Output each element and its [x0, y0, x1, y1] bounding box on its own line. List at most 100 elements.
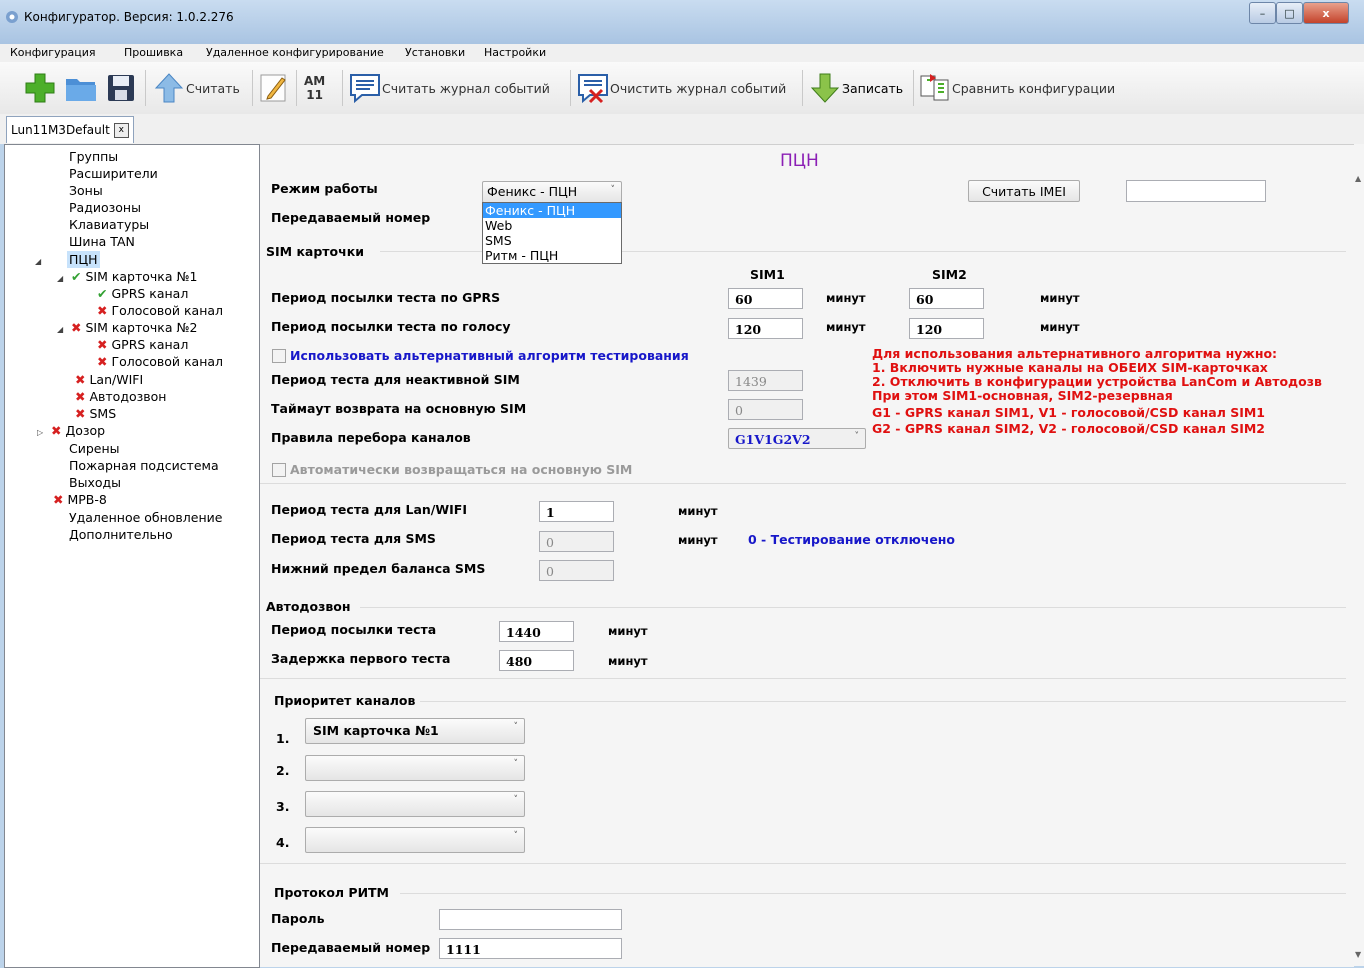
- tree-item-radiozones[interactable]: Радиозоны: [69, 199, 141, 216]
- clear-log-button[interactable]: Очистить журнал событий: [576, 70, 786, 106]
- tree-item-sirens[interactable]: Сирены: [69, 440, 120, 457]
- tree-item-sms[interactable]: ✖ SMS: [75, 405, 116, 422]
- tree-item-lan-wifi[interactable]: ✖ Lan/WIFI: [75, 371, 143, 388]
- cross-icon: ✖: [75, 406, 86, 421]
- return-timeout-input[interactable]: 0: [728, 399, 803, 420]
- tree-item-sim2-voice[interactable]: ✖ Голосовой канал: [97, 353, 223, 370]
- gprs-sim1-input[interactable]: 60: [728, 288, 803, 309]
- alt-algo-checkbox[interactable]: [272, 349, 286, 363]
- note-line: G2 - GPRS канал SIM2, V2 - голосовой/CSD…: [872, 421, 1266, 436]
- write-label: Записать: [842, 80, 904, 96]
- read-log-button[interactable]: Считать журнал событий: [348, 70, 550, 106]
- read-imei-button[interactable]: Считать IMEI: [968, 180, 1080, 202]
- autodial-delay-input[interactable]: 480: [499, 650, 574, 671]
- mode-option[interactable]: Феникс - ПЦН: [483, 203, 621, 218]
- sms-balance-input[interactable]: 0: [539, 560, 614, 581]
- tree-item-sim1-voice[interactable]: ✖ Голосовой канал: [97, 302, 223, 319]
- tree-item-sim2-gprs[interactable]: ✖ GPRS канал: [97, 336, 188, 353]
- minutes-label: минут: [826, 320, 866, 334]
- maximize-button[interactable]: □: [1276, 2, 1303, 24]
- priority-select-2[interactable]: ˅: [305, 755, 525, 781]
- compare-button[interactable]: Сравнить конфигурации: [918, 70, 1115, 106]
- close-button[interactable]: x: [1303, 2, 1349, 24]
- menu-firmware[interactable]: Прошивка: [124, 46, 183, 59]
- tree-item-sim2[interactable]: ✖ SIM карточка №2: [71, 319, 197, 336]
- mode-select[interactable]: Феникс - ПЦН ˅: [482, 181, 622, 203]
- tree-item-tan-bus[interactable]: Шина TAN: [69, 233, 135, 250]
- password-input[interactable]: [439, 909, 622, 930]
- compare-label: Сравнить конфигурации: [952, 80, 1116, 96]
- save-button[interactable]: [106, 70, 136, 106]
- return-timeout-label: Таймаут возврата на основную SIM: [271, 401, 527, 416]
- tree-item-autodial[interactable]: ✖ Автодозвон: [75, 388, 166, 405]
- mode-option[interactable]: Web: [483, 218, 621, 233]
- imei-input[interactable]: [1126, 180, 1266, 202]
- toolbar: Считать AM 11 Считать журнал событий Очи…: [0, 62, 1364, 115]
- menu-settings-install[interactable]: Установки: [405, 46, 465, 59]
- read-log-label: Считать журнал событий: [382, 80, 550, 96]
- minimize-button[interactable]: –: [1249, 2, 1276, 24]
- tree-item-zones[interactable]: Зоны: [69, 182, 103, 199]
- page-title: ПЦН: [780, 151, 819, 171]
- tab-close-button[interactable]: x: [113, 122, 129, 138]
- tree-item-remote-update[interactable]: Удаленное обновление: [69, 509, 222, 526]
- compare-icon: [920, 74, 949, 101]
- voice-sim1-input[interactable]: 120: [728, 318, 803, 339]
- tree-item-groups[interactable]: Группы: [69, 148, 118, 165]
- note-line: При этом SIM1-основная, SIM2-резервная: [872, 388, 1173, 403]
- tab-lun11m3default[interactable]: Lun11M3Default x: [6, 116, 134, 143]
- read-label: Считать: [186, 80, 240, 96]
- menu-settings[interactable]: Настройки: [484, 46, 546, 59]
- mode-dropdown-list: Феникс - ПЦН Web SMS Ритм - ПЦН: [482, 202, 622, 264]
- menu-configuration[interactable]: Конфигурация: [10, 46, 96, 59]
- edit-button[interactable]: [258, 70, 290, 106]
- tree-item-sim1-gprs[interactable]: ✔ GPRS канал: [97, 285, 188, 302]
- note-line: Для использования альтернативного алгори…: [872, 346, 1278, 361]
- collapse-arrow-icon[interactable]: ◢: [57, 325, 63, 334]
- mode-option[interactable]: Ритм - ПЦН: [483, 248, 621, 263]
- floppy-icon: [108, 75, 134, 101]
- voice-sim2-input[interactable]: 120: [909, 318, 984, 339]
- priority-select-3[interactable]: ˅: [305, 791, 525, 817]
- tree-item-mrv8[interactable]: ✖ МРВ-8: [53, 491, 107, 508]
- channel-rules-select[interactable]: G1V1G2V2 ˅: [728, 428, 866, 449]
- am11-button[interactable]: AM 11: [304, 70, 325, 106]
- tree-item-sim1[interactable]: ✔ SIM карточка №1: [71, 268, 197, 285]
- new-button[interactable]: [24, 70, 56, 106]
- password-label: Пароль: [271, 911, 325, 926]
- app-icon: [6, 11, 18, 23]
- title-bar: Конфигуратор. Версия: 1.0.2.276 – □ x: [0, 0, 1364, 44]
- tree-item-expanders[interactable]: Расширители: [69, 165, 158, 182]
- lan-period-input[interactable]: 1: [539, 501, 614, 522]
- tree-item-pcn[interactable]: ПЦН: [67, 251, 100, 268]
- tree-item-additional[interactable]: Дополнительно: [69, 526, 173, 543]
- open-button[interactable]: [64, 70, 98, 106]
- collapse-arrow-icon[interactable]: ◢: [57, 274, 63, 283]
- vertical-scrollbar[interactable]: ▲ ▼: [1354, 144, 1364, 966]
- auto-return-checkbox[interactable]: [272, 463, 286, 477]
- menu-remote-config[interactable]: Удаленное конфигурирование: [206, 46, 384, 59]
- sms-period-input[interactable]: 0: [539, 531, 614, 552]
- collapse-arrow-icon[interactable]: ◢: [35, 257, 41, 266]
- ritm-section-title: Протокол РИТМ: [274, 885, 389, 900]
- tree-item-patrol[interactable]: ✖ Дозор: [51, 422, 105, 439]
- priority-select-1[interactable]: SIM карточка №1 ˅: [305, 718, 525, 744]
- expand-arrow-icon[interactable]: ▷: [37, 428, 43, 437]
- mode-option[interactable]: SMS: [483, 233, 621, 248]
- gprs-sim2-input[interactable]: 60: [909, 288, 984, 309]
- scroll-up-icon[interactable]: ▲: [1355, 174, 1361, 183]
- document-tabs: Lun11M3Default x: [0, 114, 1364, 144]
- read-button[interactable]: Считать: [152, 70, 240, 106]
- sms-period-label: Период теста для SMS: [271, 531, 436, 546]
- tree-item-keyboards[interactable]: Клавиатуры: [69, 216, 149, 233]
- tree-item-fire-subsystem[interactable]: Пожарная подсистема: [69, 457, 219, 474]
- write-button[interactable]: Записать: [808, 70, 903, 106]
- tree-item-outputs[interactable]: Выходы: [69, 474, 121, 491]
- sms-note: 0 - Тестирование отключено: [748, 532, 956, 547]
- scroll-down-icon[interactable]: ▼: [1355, 950, 1361, 959]
- autodial-period-input[interactable]: 1440: [499, 621, 574, 642]
- priority-select-4[interactable]: ˅: [305, 827, 525, 853]
- ritm-number-input[interactable]: 1111: [439, 938, 622, 959]
- inactive-sim-input[interactable]: 1439: [728, 370, 803, 391]
- channel-rules-label: Правила перебора каналов: [271, 430, 471, 445]
